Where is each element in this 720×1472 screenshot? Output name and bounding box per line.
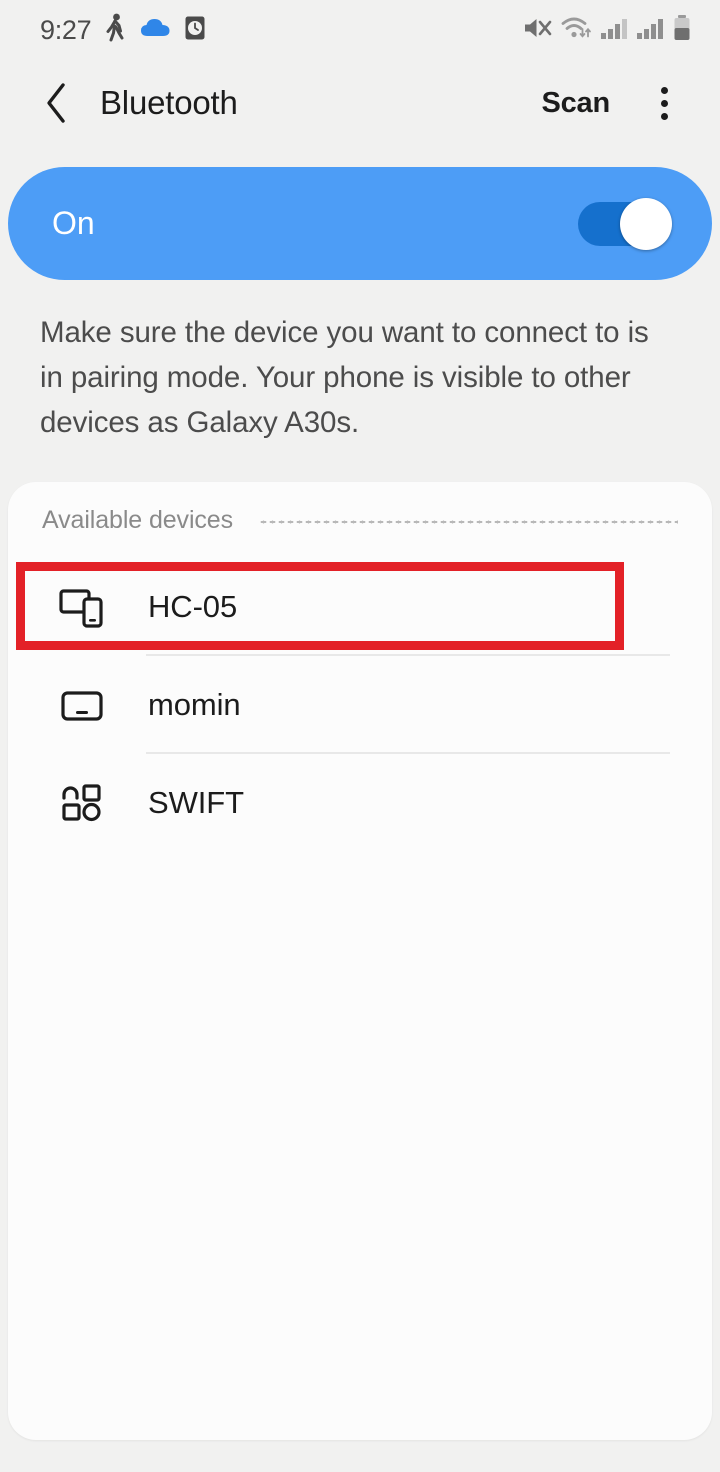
device-name: HC-05	[148, 589, 238, 624]
app-bar: Bluetooth Scan	[0, 60, 720, 146]
device-list-item[interactable]: SWIFT	[8, 754, 712, 852]
status-bar-clock: 9:27	[40, 14, 92, 45]
status-bar: 9:27	[0, 0, 720, 60]
signal-bars-sim1-icon	[600, 15, 628, 46]
status-bar-left: 9:27	[40, 13, 206, 48]
battery-icon	[672, 14, 692, 47]
wifi-icon	[560, 15, 592, 46]
cloud-icon	[139, 16, 172, 45]
back-button[interactable]	[36, 82, 78, 124]
bluetooth-toggle-switch[interactable]	[578, 197, 672, 250]
status-bar-right	[522, 14, 692, 47]
available-devices-card: Available devices HC-05 momin SWIFT	[8, 482, 712, 1440]
bluetooth-settings-screen: 9:27 Bluetooth Scan On Make sure the dev…	[0, 0, 720, 1472]
multiple-devices-icon	[56, 581, 108, 633]
bluetooth-state-label: On	[52, 205, 95, 241]
device-list-item[interactable]: HC-05	[8, 558, 712, 656]
pedometer-walking-icon	[103, 13, 127, 48]
alarm-clock-icon	[184, 15, 206, 46]
unknown-device-icon	[56, 777, 108, 829]
page-title: Bluetooth	[100, 84, 238, 121]
switch-knob	[620, 197, 672, 250]
available-devices-label: Available devices	[42, 505, 234, 534]
signal-bars-sim2-icon	[636, 15, 664, 46]
mute-volume-off-icon	[522, 15, 552, 46]
device-name: momin	[148, 687, 241, 722]
more-options-icon[interactable]	[638, 77, 690, 129]
pairing-description: Make sure the device you want to connect…	[40, 316, 649, 439]
available-devices-header: Available devices	[8, 482, 712, 558]
bluetooth-toggle-card[interactable]: On	[8, 167, 712, 280]
device-list-item[interactable]: momin	[8, 656, 712, 754]
laptop-computer-icon	[56, 679, 108, 731]
device-name: SWIFT	[148, 785, 244, 820]
scan-button[interactable]: Scan	[535, 79, 616, 128]
dotted-divider	[259, 520, 678, 524]
